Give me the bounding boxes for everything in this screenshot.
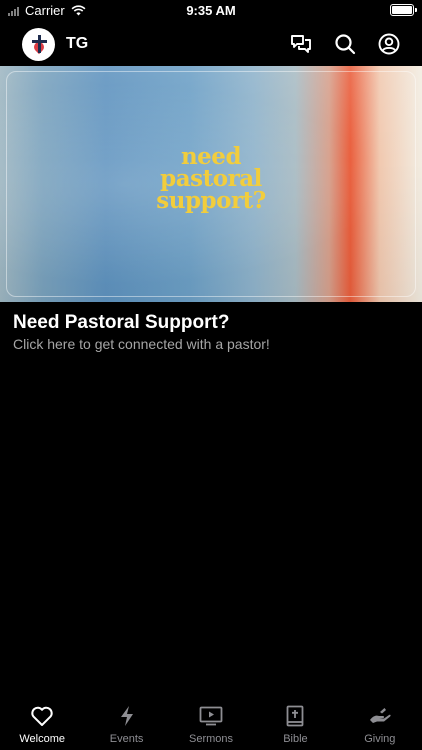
pastoral-support-banner[interactable]: need pastoral support? — [0, 66, 422, 302]
battery-icon — [390, 4, 417, 16]
bible-icon — [283, 704, 307, 728]
battery-fill — [392, 6, 412, 14]
banner-line-3: support? — [156, 187, 266, 214]
chat-icon[interactable] — [290, 33, 312, 55]
tab-label-sermons: Sermons — [189, 733, 234, 745]
tab-label-events: Events — [109, 733, 144, 745]
post-subtitle[interactable]: Click here to get connected with a pasto… — [13, 336, 270, 352]
lightning-icon — [115, 704, 139, 728]
tab-events[interactable]: Events — [84, 698, 168, 750]
tab-bar: Welcome Events Sermons Bible Giving — [0, 698, 422, 750]
tab-giving[interactable]: Giving — [338, 698, 422, 750]
church-logo[interactable] — [22, 27, 55, 61]
app-header: TG — [0, 22, 422, 66]
giving-hand-icon — [368, 704, 392, 728]
org-name: TG — [66, 35, 89, 52]
play-screen-icon — [199, 704, 223, 728]
post-title[interactable]: Need Pastoral Support? — [13, 312, 229, 334]
tab-label-welcome: Welcome — [19, 733, 66, 745]
status-bar: Carrier 9:35 AM — [0, 0, 422, 22]
profile-icon[interactable] — [378, 33, 400, 55]
tab-label-giving: Giving — [364, 733, 396, 745]
status-time: 9:35 AM — [186, 3, 236, 18]
tab-sermons[interactable]: Sermons — [169, 698, 253, 750]
header-actions — [290, 33, 410, 55]
tab-bible[interactable]: Bible — [253, 698, 337, 750]
search-icon[interactable] — [334, 33, 356, 55]
tab-welcome[interactable]: Welcome — [0, 698, 84, 750]
banner-headline: need pastoral support? — [0, 145, 422, 214]
heart-icon — [30, 704, 54, 728]
tab-label-bible: Bible — [283, 733, 308, 745]
app-screen: Carrier 9:35 AM TG need pastoral support… — [0, 0, 422, 750]
cross-flame-icon — [29, 34, 49, 55]
